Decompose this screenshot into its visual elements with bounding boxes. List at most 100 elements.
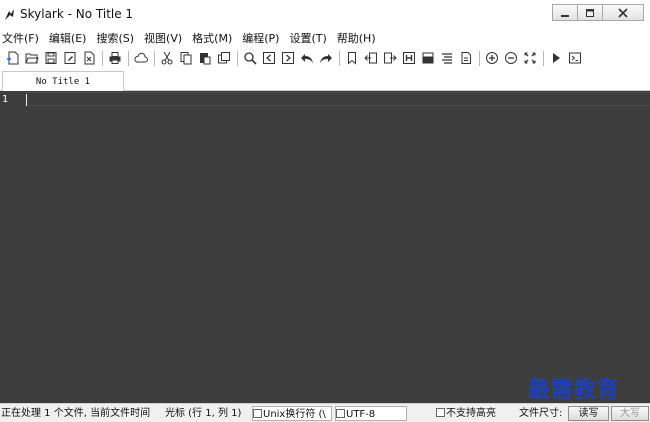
menu-view[interactable]: 视图(V) (139, 30, 187, 47)
next-bookmark-icon (384, 52, 397, 64)
heading-icon (403, 52, 415, 64)
prev-bookmark-icon (364, 52, 377, 64)
find-next-icon (282, 52, 294, 64)
copy-button[interactable] (177, 49, 195, 67)
clone-icon (218, 52, 230, 64)
zoom-in-button[interactable] (483, 49, 501, 67)
toolbar-separator (237, 50, 238, 66)
save-as-button[interactable] (61, 49, 79, 67)
find-button[interactable] (241, 49, 259, 67)
menu-file[interactable]: 文件(F) (0, 30, 44, 47)
save-as-icon (64, 52, 76, 64)
line-number: 1 (2, 94, 9, 105)
close-file-button[interactable] (80, 49, 98, 67)
undo-button[interactable] (298, 49, 316, 67)
status-highlight[interactable]: 不支持高亮 (436, 406, 512, 421)
list-icon (442, 53, 452, 64)
encoding-label: UTF-8 (346, 409, 376, 420)
find-prev-icon (263, 52, 275, 64)
run-button[interactable] (547, 49, 565, 67)
document-button[interactable] (457, 49, 475, 67)
minimize-button[interactable] (552, 4, 578, 21)
watermark-logo: 最需教育 (528, 377, 621, 403)
status-cursor-position: 光标 (行 1, 列 1) (165, 408, 242, 419)
toolbar-separator (339, 50, 340, 66)
menu-search[interactable]: 搜索(S) (91, 30, 139, 47)
new-file-icon (7, 51, 19, 65)
redo-button[interactable] (317, 49, 335, 67)
new-file-button[interactable] (4, 49, 22, 67)
zoom-out-button[interactable] (502, 49, 520, 67)
highlight-checkbox-icon (436, 408, 445, 417)
menu-programming[interactable]: 编程(P) (237, 30, 284, 47)
paste-button[interactable] (196, 49, 214, 67)
line-number-gutter: 1 (0, 91, 24, 403)
toolbar-separator (543, 50, 544, 66)
print-icon (109, 52, 121, 64)
heading-button[interactable] (400, 49, 418, 67)
save-button[interactable] (42, 49, 60, 67)
minimize-icon (561, 14, 569, 17)
highlight-label: 不支持高亮 (446, 408, 496, 419)
open-folder-icon (25, 53, 39, 64)
menu-edit[interactable]: 编辑(E) (44, 30, 92, 47)
undo-icon (301, 54, 313, 63)
copy-icon (180, 52, 192, 65)
window-title: Skylark - No Title 1 (20, 7, 134, 21)
find-prev-button[interactable] (260, 49, 278, 67)
cut-button[interactable] (158, 49, 176, 67)
toolbar-separator (479, 50, 480, 66)
save-icon (45, 52, 57, 64)
encoding-checkbox-icon (336, 409, 345, 418)
open-file-button[interactable] (23, 49, 41, 67)
status-encoding[interactable]: UTF-8 (335, 406, 407, 421)
print-preview-button[interactable] (419, 49, 437, 67)
read-write-button[interactable]: 读写 (568, 406, 609, 421)
redo-icon (320, 54, 332, 63)
next-bookmark-button[interactable] (381, 49, 399, 67)
current-line-highlight (25, 92, 650, 106)
document-icon (461, 52, 471, 64)
menu-settings[interactable]: 设置(T) (284, 30, 331, 47)
toolbar (0, 47, 650, 69)
list-button[interactable] (438, 49, 456, 67)
status-bar: 正在处理 1 个文件, 当前文件时间 光标 (行 1, 列 1) Unix换行符… (0, 403, 650, 422)
window-controls (552, 4, 644, 21)
prev-bookmark-button[interactable] (362, 49, 380, 67)
clone-button[interactable] (215, 49, 233, 67)
bookmark-icon (348, 52, 356, 65)
close-icon (618, 7, 628, 18)
print-preview-icon (422, 52, 434, 64)
print-button[interactable] (106, 49, 124, 67)
status-line-ending[interactable]: Unix换行符 (\ (252, 406, 332, 421)
maximize-button[interactable] (577, 4, 603, 21)
line-ending-label: Unix换行符 (\ (263, 409, 326, 420)
uppercase-button[interactable]: 大写 (611, 406, 649, 421)
tab-strip: No Title 1 (0, 69, 650, 91)
maximize-icon (586, 8, 594, 17)
run-icon (553, 53, 560, 63)
bookmark-button[interactable] (343, 49, 361, 67)
menu-help[interactable]: 帮助(H) (332, 30, 381, 47)
paste-icon (200, 53, 211, 65)
cloud-button[interactable] (132, 49, 150, 67)
console-button[interactable] (566, 49, 584, 67)
zoom-in-icon (486, 52, 498, 64)
close-button[interactable] (602, 4, 644, 21)
text-caret (26, 94, 27, 106)
tab-label: No Title 1 (35, 76, 91, 87)
toolbar-separator (128, 50, 129, 66)
title-bar: Skylark - No Title 1 (0, 0, 650, 30)
fullscreen-icon (524, 52, 536, 64)
line-ending-checkbox-icon (253, 409, 262, 418)
cut-icon (161, 51, 173, 65)
app-logo-icon (5, 9, 14, 20)
close-file-icon (84, 51, 95, 65)
status-processing: 正在处理 1 个文件, 当前文件时间 (1, 408, 151, 419)
status-file-size-label: 文件尺寸: (519, 408, 563, 419)
menu-format[interactable]: 格式(M) (187, 30, 237, 47)
editor-area[interactable]: 1 (0, 91, 650, 403)
find-next-button[interactable] (279, 49, 297, 67)
fullscreen-button[interactable] (521, 49, 539, 67)
tab-no-title-1[interactable]: No Title 1 (2, 71, 124, 91)
